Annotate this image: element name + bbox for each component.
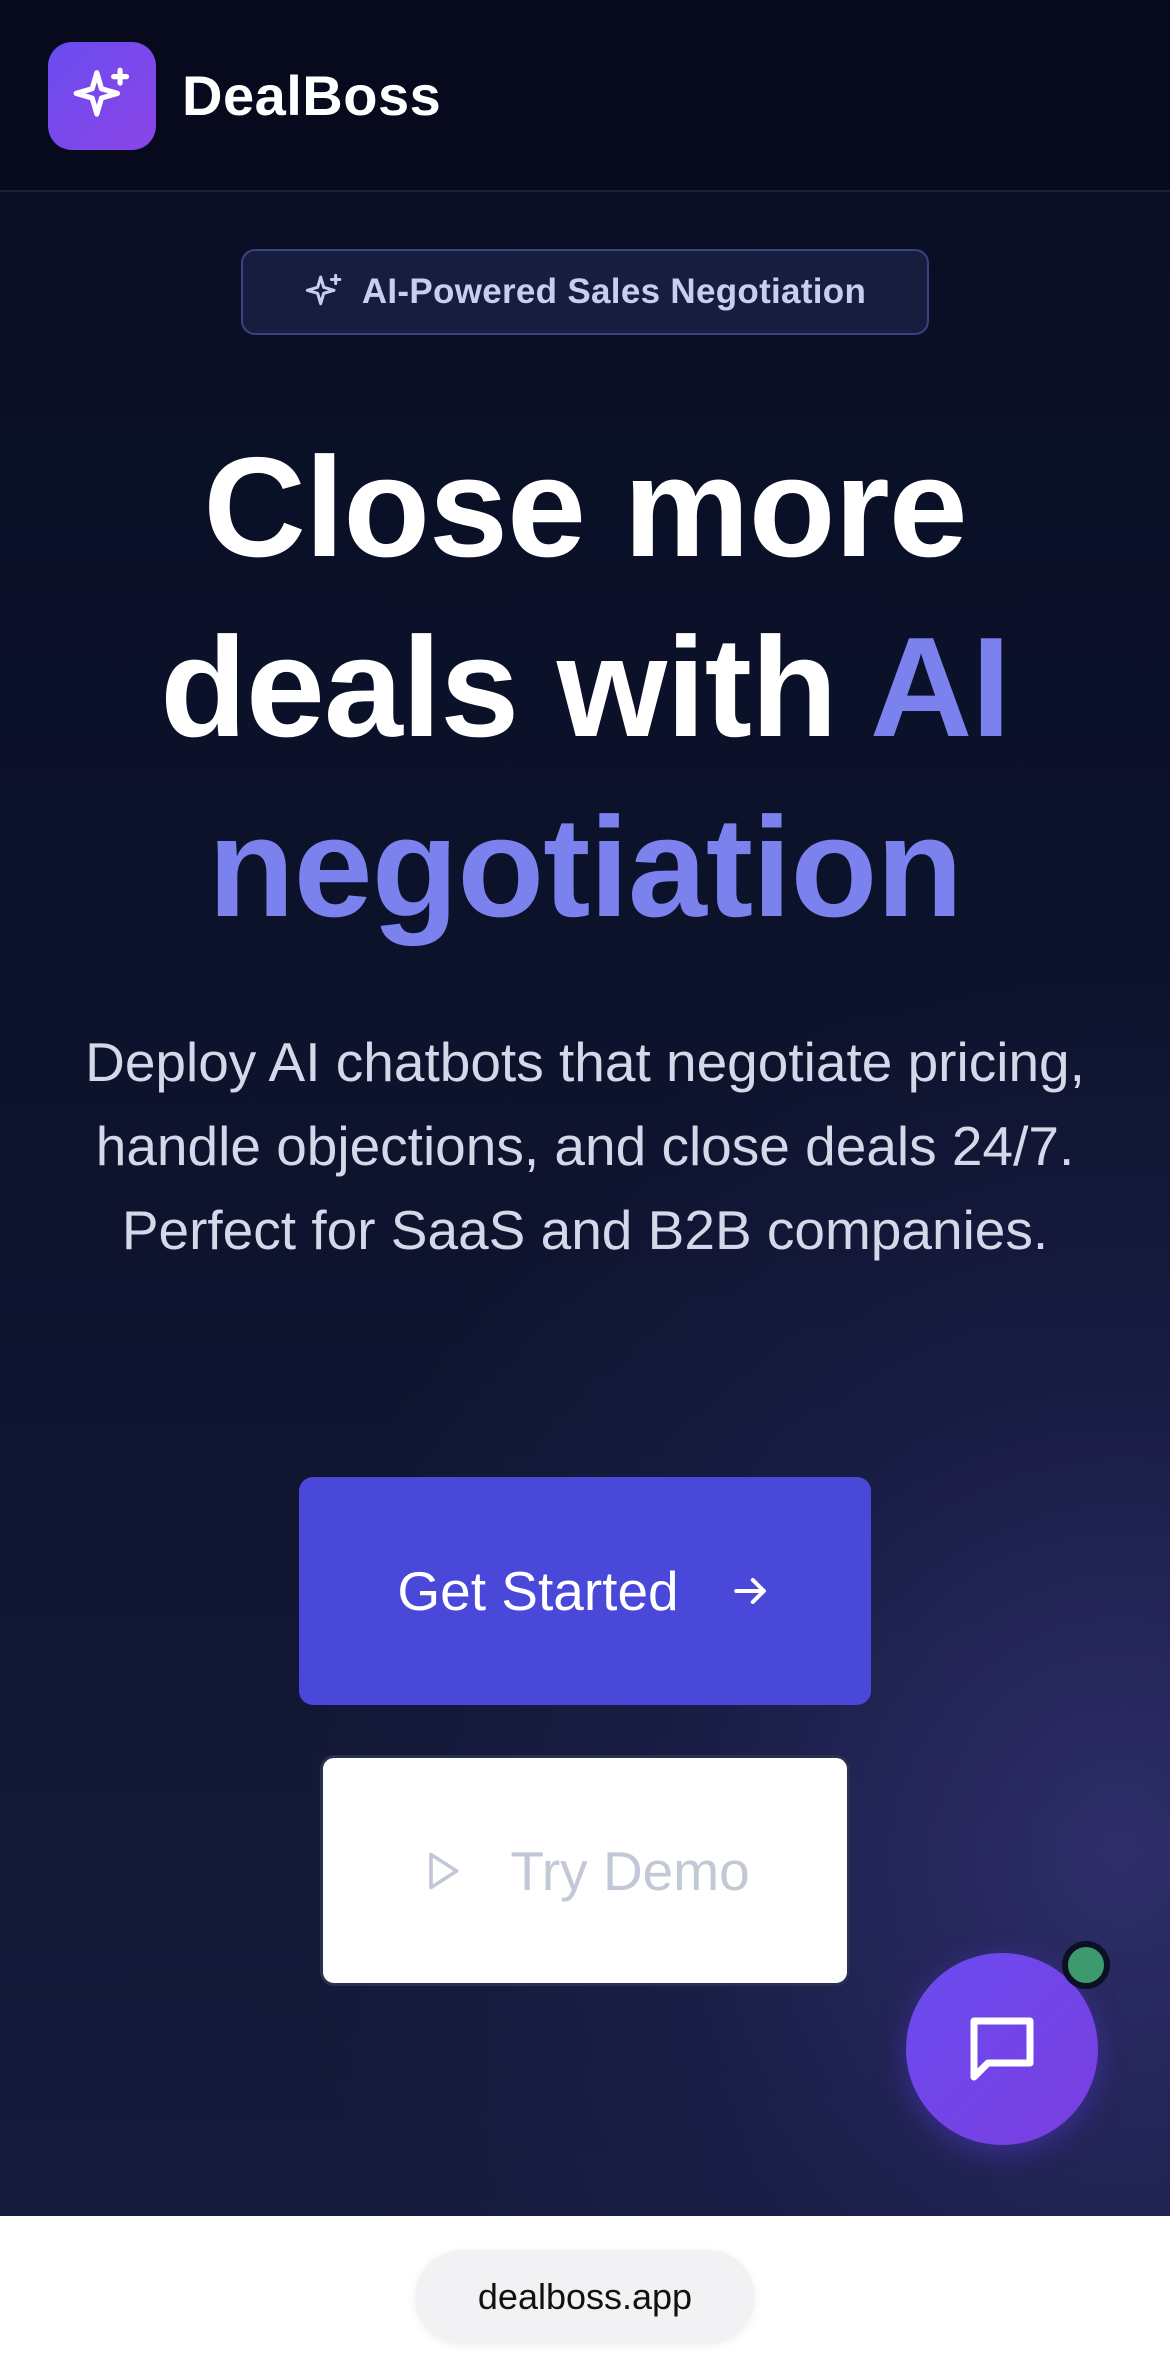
feature-badge: AI-Powered Sales Negotiation [241,249,929,335]
landing-page: DealBoss AI-Powered Sales Negotiation Cl… [0,0,1170,2216]
brand-name[interactable]: DealBoss [182,60,441,132]
try-demo-label: Try Demo [510,1839,750,1902]
site-header: DealBoss [0,0,1170,192]
headline-accent-ai: AI [869,608,1011,767]
arrow-right-icon [733,1577,766,1605]
get-started-label: Get Started [397,1560,679,1622]
headline-line-1: Close more [203,428,967,587]
address-bar[interactable]: dealboss.app [415,2250,755,2344]
online-status-indicator [1062,1941,1110,1989]
sparkles-icon [305,273,342,306]
try-demo-button[interactable]: Try Demo [320,1755,850,1986]
badge-label: AI-Powered Sales Negotiation [361,272,867,311]
hero-subtitle: Deploy AI chatbots that negotiate pricin… [85,1031,1085,1261]
play-icon [429,1852,459,1889]
hero-headline: Close more deals with AI negotiation [0,418,1170,958]
browser-bottom-bar: dealboss.app [0,2216,1170,2374]
headline-line-2: deals with [160,608,837,767]
sparkles-icon [73,67,130,117]
headline-accent-negotiation: negotiation [207,788,963,947]
chat-bubble-icon [970,2017,1034,2081]
get-started-button[interactable]: Get Started [299,1477,871,1705]
logo[interactable] [48,42,156,150]
